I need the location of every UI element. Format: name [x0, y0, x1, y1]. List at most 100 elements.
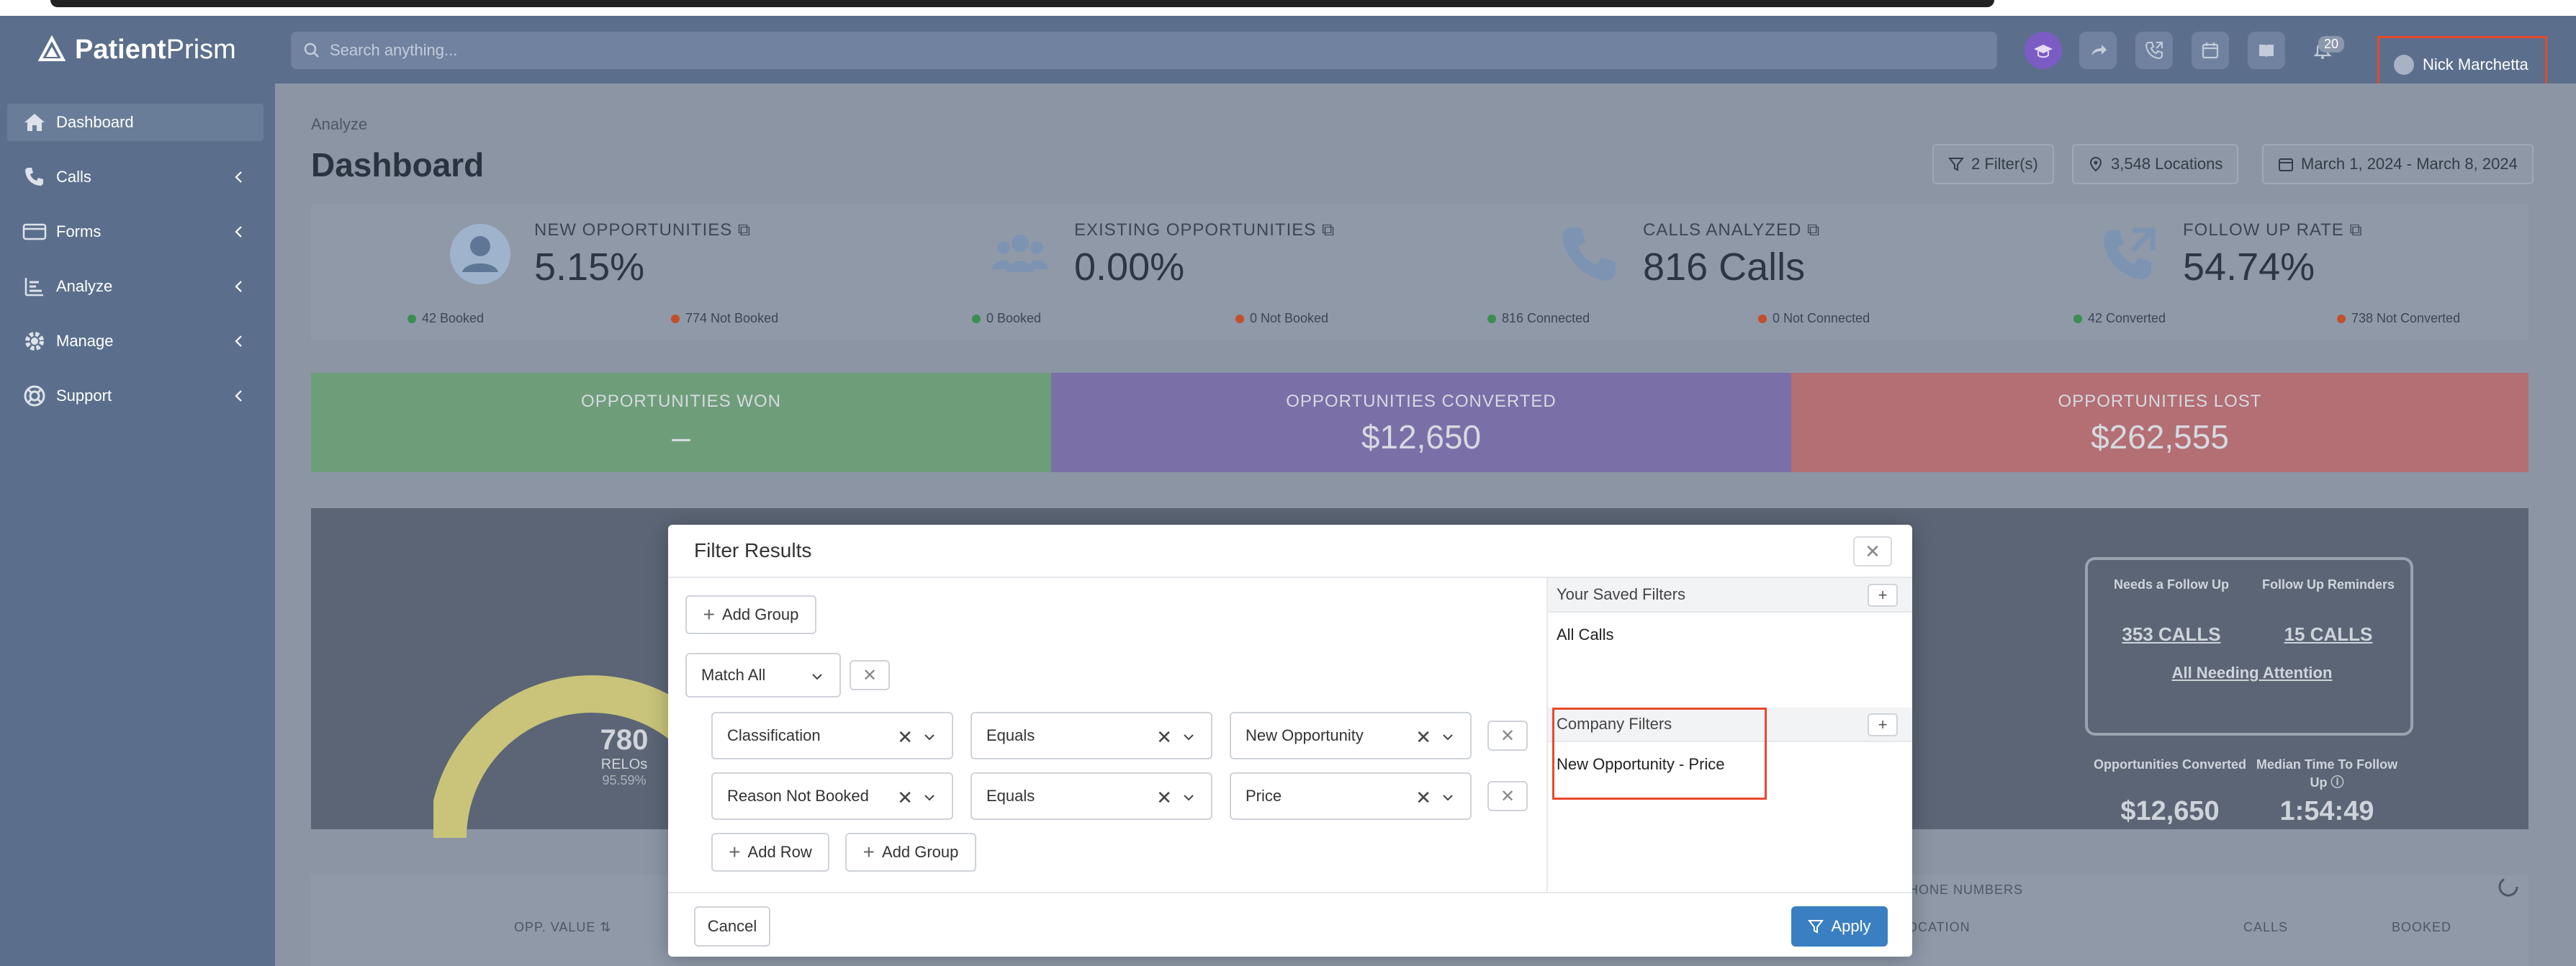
add-nested-group-button[interactable]: + Add Group	[845, 833, 976, 872]
stats-row: NEW OPPORTUNITIES ⧉ 5.15% 42 Booked 774 …	[311, 204, 2528, 340]
plus-icon: +	[1878, 586, 1888, 604]
external-link-icon[interactable]: ⧉	[2349, 220, 2362, 240]
column-header-opp-value[interactable]: OPP. VALUE ⇅	[514, 920, 611, 935]
close-button[interactable]: ✕	[1853, 536, 1892, 566]
remove-group-button[interactable]: ✕	[850, 660, 890, 690]
search-input[interactable]: Search anything...	[291, 32, 1997, 69]
modal-footer: Cancel Apply	[668, 892, 1912, 957]
external-link-icon[interactable]: ⧉	[738, 220, 751, 240]
stat-follow-up-rate[interactable]: FOLLOW UP RATE ⧉ 54.74% 42 Converted 738…	[1974, 204, 2521, 340]
prism-logo-icon	[37, 35, 66, 61]
top-bar-shadow	[50, 0, 1994, 7]
select-value: Match All	[701, 666, 766, 684]
select-value: Reason Not Booked	[727, 787, 869, 805]
booked-dot	[407, 314, 416, 323]
locations-button[interactable]: 3,548 Locations	[2072, 144, 2239, 184]
match-select[interactable]: Match All	[685, 653, 841, 698]
share-button[interactable]	[2079, 32, 2117, 69]
opportunities-won-card[interactable]: OPPORTUNITIES WON –	[311, 373, 1051, 472]
remove-row-button[interactable]: ✕	[1487, 721, 1528, 751]
select-value: Equals	[986, 787, 1035, 805]
stat-foot-left: 816 Connected	[1502, 311, 1590, 325]
card-label: OPPORTUNITIES WON	[581, 392, 781, 411]
sidebar-item-dashboard[interactable]: Dashboard	[7, 104, 264, 141]
saved-filters-panel: Your Saved Filters + All Calls Company F…	[1546, 578, 1912, 892]
date-range-button[interactable]: March 1, 2024 - March 8, 2024	[2262, 144, 2534, 184]
lifebuoy-icon	[24, 385, 45, 407]
opportunities-lost-card[interactable]: OPPORTUNITIES LOST $262,555	[1791, 373, 2528, 472]
stat-calls-analyzed[interactable]: CALLS ANALYZED ⧉ 816 Calls 816 Connected…	[1420, 204, 1967, 340]
filters-button[interactable]: 2 Filter(s)	[1932, 144, 2054, 184]
add-group-button[interactable]: + Add Group	[685, 595, 816, 634]
analyze-icon	[24, 278, 43, 297]
needs-follow-up-link[interactable]: 353 CALLS	[2092, 623, 2251, 646]
sidebar-item-manage[interactable]: Manage	[7, 322, 264, 360]
cancel-button[interactable]: Cancel	[694, 906, 770, 947]
gauge-pct: 95.59%	[602, 773, 647, 787]
chevron-down-icon	[1443, 734, 1453, 741]
median-time-text: Median Time To Follow Up	[2256, 757, 2398, 790]
gauge-summary: 780 RELOs 95.59%	[570, 724, 678, 788]
converted-dot	[2073, 314, 2082, 323]
sidebar-item-calls[interactable]: Calls	[7, 158, 264, 196]
sidebar-item-analyze[interactable]: Analyze	[7, 268, 264, 305]
locations-label: 3,548 Locations	[2111, 155, 2223, 173]
highlight-box	[1552, 708, 1767, 800]
add-row-button[interactable]: + Add Row	[711, 833, 829, 872]
user-circle-icon	[450, 224, 510, 284]
gauge-number: 780	[600, 724, 649, 756]
add-company-filter-button[interactable]: +	[1868, 713, 1898, 736]
booked-dot	[972, 314, 981, 323]
opportunities-converted-card[interactable]: OPPORTUNITIES CONVERTED $12,650	[1051, 373, 1791, 472]
needs-follow-up-label: Needs a Follow Up	[2113, 577, 2230, 592]
operator-select[interactable]: Equals ✕	[970, 772, 1212, 820]
clear-icon[interactable]: ✕	[1156, 726, 1172, 749]
call-button[interactable]	[2135, 32, 2173, 69]
clear-icon[interactable]: ✕	[1156, 787, 1172, 809]
sidebar: Dashboard Calls Forms Analyze Manage Sup…	[0, 83, 275, 966]
apply-button[interactable]: Apply	[1791, 906, 1888, 947]
calendar-button[interactable]	[2192, 32, 2229, 69]
stat-label: CALLS ANALYZED	[1643, 220, 1802, 240]
book-button[interactable]	[2248, 32, 2285, 69]
value-select[interactable]: New Opportunity ✕	[1230, 712, 1472, 759]
external-link-icon[interactable]: ⧉	[1807, 220, 1820, 240]
phone-icon	[25, 168, 43, 186]
filter-icon	[1948, 158, 1964, 171]
follow-up-reminders-link[interactable]: 15 CALLS	[2249, 623, 2408, 646]
info-icon[interactable]: ⓘ	[2331, 775, 2344, 790]
stat-new-opportunities[interactable]: NEW OPPORTUNITIES ⧉ 5.15% 42 Booked 774 …	[311, 204, 858, 340]
saved-filter-item[interactable]: All Calls	[1557, 626, 1613, 644]
column-header-calls[interactable]: CALLS	[2243, 920, 2288, 935]
clear-icon[interactable]: ✕	[897, 787, 913, 809]
external-link-icon[interactable]: ⧉	[1322, 220, 1335, 240]
sidebar-item-forms[interactable]: Forms	[7, 213, 264, 250]
training-button[interactable]	[2025, 32, 2062, 69]
gauge-sub: RELOs	[600, 757, 648, 772]
clear-icon[interactable]: ✕	[1415, 726, 1431, 749]
user-name: Nick Marchetta	[2423, 55, 2528, 73]
stat-label: FOLLOW UP RATE	[2183, 220, 2344, 240]
brand-logo[interactable]: Patient Prism	[37, 33, 236, 66]
column-header-booked[interactable]: BOOKED	[2392, 920, 2451, 935]
stat-value: 5.15%	[534, 245, 645, 289]
clear-icon[interactable]: ✕	[897, 726, 913, 749]
chevron-left-icon	[235, 281, 242, 292]
field-select[interactable]: Classification ✕	[711, 712, 953, 759]
chevron-down-icon	[924, 734, 935, 741]
field-select[interactable]: Reason Not Booked ✕	[711, 772, 953, 820]
sidebar-item-support[interactable]: Support	[7, 377, 264, 415]
clear-icon[interactable]: ✕	[1415, 787, 1431, 809]
modal-header: Filter Results ✕	[668, 525, 1912, 578]
filter-icon	[1808, 920, 1824, 934]
avatar	[2394, 55, 2414, 75]
button-label: Add Row	[747, 843, 812, 861]
value-select[interactable]: Price ✕	[1230, 772, 1472, 820]
operator-select[interactable]: Equals ✕	[970, 712, 1212, 759]
breadcrumb[interactable]: Analyze	[311, 115, 367, 134]
add-saved-filter-button[interactable]: +	[1868, 584, 1898, 607]
remove-row-button[interactable]: ✕	[1487, 781, 1528, 811]
all-needing-attention-link[interactable]: All Needing Attention	[2088, 664, 2416, 682]
stat-value: 54.74%	[2183, 245, 2315, 289]
stat-existing-opportunities[interactable]: EXISTING OPPORTUNITIES ⧉ 0.00% 0 Booked …	[865, 204, 1413, 340]
